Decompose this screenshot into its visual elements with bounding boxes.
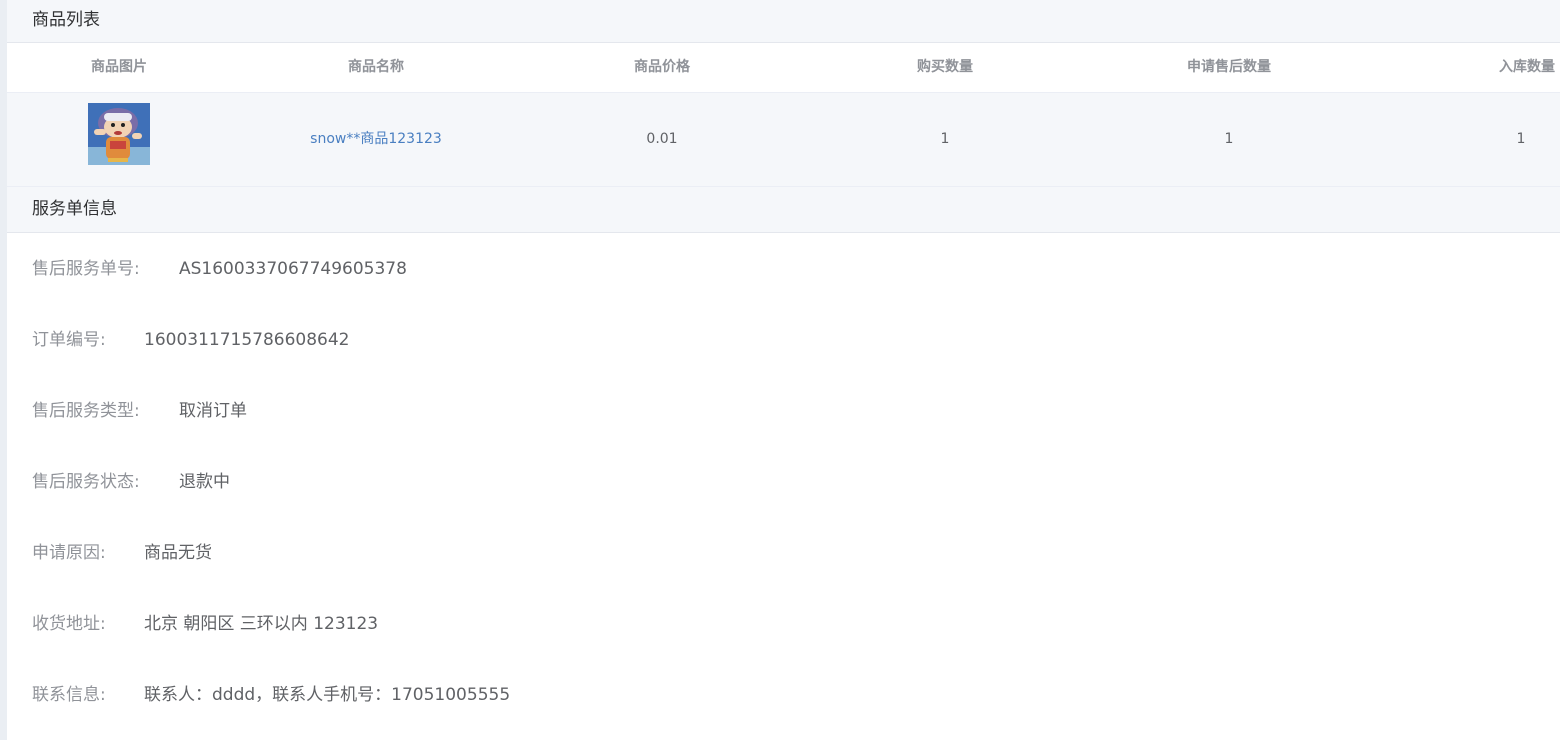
col-header-stock-qty: 入库数量 bbox=[1499, 59, 1555, 75]
address-row: 收货地址: 北京 朝阳区 三环以内 123123 bbox=[32, 612, 378, 636]
product-table: 商品图片 商品名称 商品价格 购买数量 申请售后数量 入库数量 snow**商品… bbox=[7, 43, 1560, 186]
left-rail bbox=[0, 0, 7, 740]
reason-value: 商品无货 bbox=[144, 543, 212, 563]
apply-qty-cell: 1 bbox=[1224, 131, 1234, 147]
col-header-buy-qty: 购买数量 bbox=[917, 59, 973, 75]
product-list-header: 商品列表 bbox=[7, 0, 1560, 43]
table-row: snow**商品123123 0.01 1 1 1 bbox=[7, 93, 1560, 186]
service-status-value: 退款中 bbox=[179, 472, 230, 492]
service-type-row: 售后服务类型: 取消订单 bbox=[32, 399, 247, 423]
after-sale-no-label: 售后服务单号: bbox=[32, 259, 140, 279]
col-header-price: 商品价格 bbox=[634, 59, 690, 75]
service-type-value: 取消订单 bbox=[179, 401, 247, 421]
contact-value: 联系人：dddd，联系人手机号：17051005555 bbox=[144, 685, 511, 705]
after-sale-no-value: AS1600337067749605378 bbox=[179, 259, 407, 279]
buy-qty-cell: 1 bbox=[940, 131, 950, 147]
after-sale-no-row: 售后服务单号: AS1600337067749605378 bbox=[32, 257, 407, 281]
col-header-name: 商品名称 bbox=[348, 59, 404, 75]
address-value: 北京 朝阳区 三环以内 123123 bbox=[144, 614, 379, 634]
contact-label: 联系信息: bbox=[32, 685, 106, 705]
service-status-row: 售后服务状态: 退款中 bbox=[32, 470, 230, 494]
order-no-row: 订单编号: 1600311715786608642 bbox=[32, 328, 350, 352]
contact-row: 联系信息: 联系人：dddd，联系人手机号：17051005555 bbox=[32, 683, 510, 707]
col-header-apply-qty: 申请售后数量 bbox=[1187, 59, 1271, 75]
stock-qty-cell: 1 bbox=[1516, 131, 1526, 147]
product-price-cell: 0.01 bbox=[646, 131, 678, 147]
product-thumbnail-icon[interactable] bbox=[88, 103, 150, 165]
order-no-value: 1600311715786608642 bbox=[144, 330, 350, 350]
table-header-row: 商品图片 商品名称 商品价格 购买数量 申请售后数量 入库数量 bbox=[7, 43, 1560, 93]
address-label: 收货地址: bbox=[32, 614, 106, 634]
reason-row: 申请原因: 商品无货 bbox=[32, 541, 212, 565]
order-no-label: 订单编号: bbox=[32, 330, 106, 350]
after-sale-detail-page: 商品列表 商品图片 商品名称 商品价格 购买数量 申请售后数量 入库数量 sno… bbox=[0, 0, 1560, 740]
col-header-image: 商品图片 bbox=[91, 59, 147, 75]
service-type-label: 售后服务类型: bbox=[32, 401, 140, 421]
service-info-header: 服务单信息 bbox=[7, 186, 1560, 233]
product-name-link[interactable]: snow**商品123123 bbox=[231, 93, 521, 186]
service-status-label: 售后服务状态: bbox=[32, 472, 140, 492]
reason-label: 申请原因: bbox=[32, 543, 106, 563]
product-image-cell bbox=[7, 93, 231, 186]
